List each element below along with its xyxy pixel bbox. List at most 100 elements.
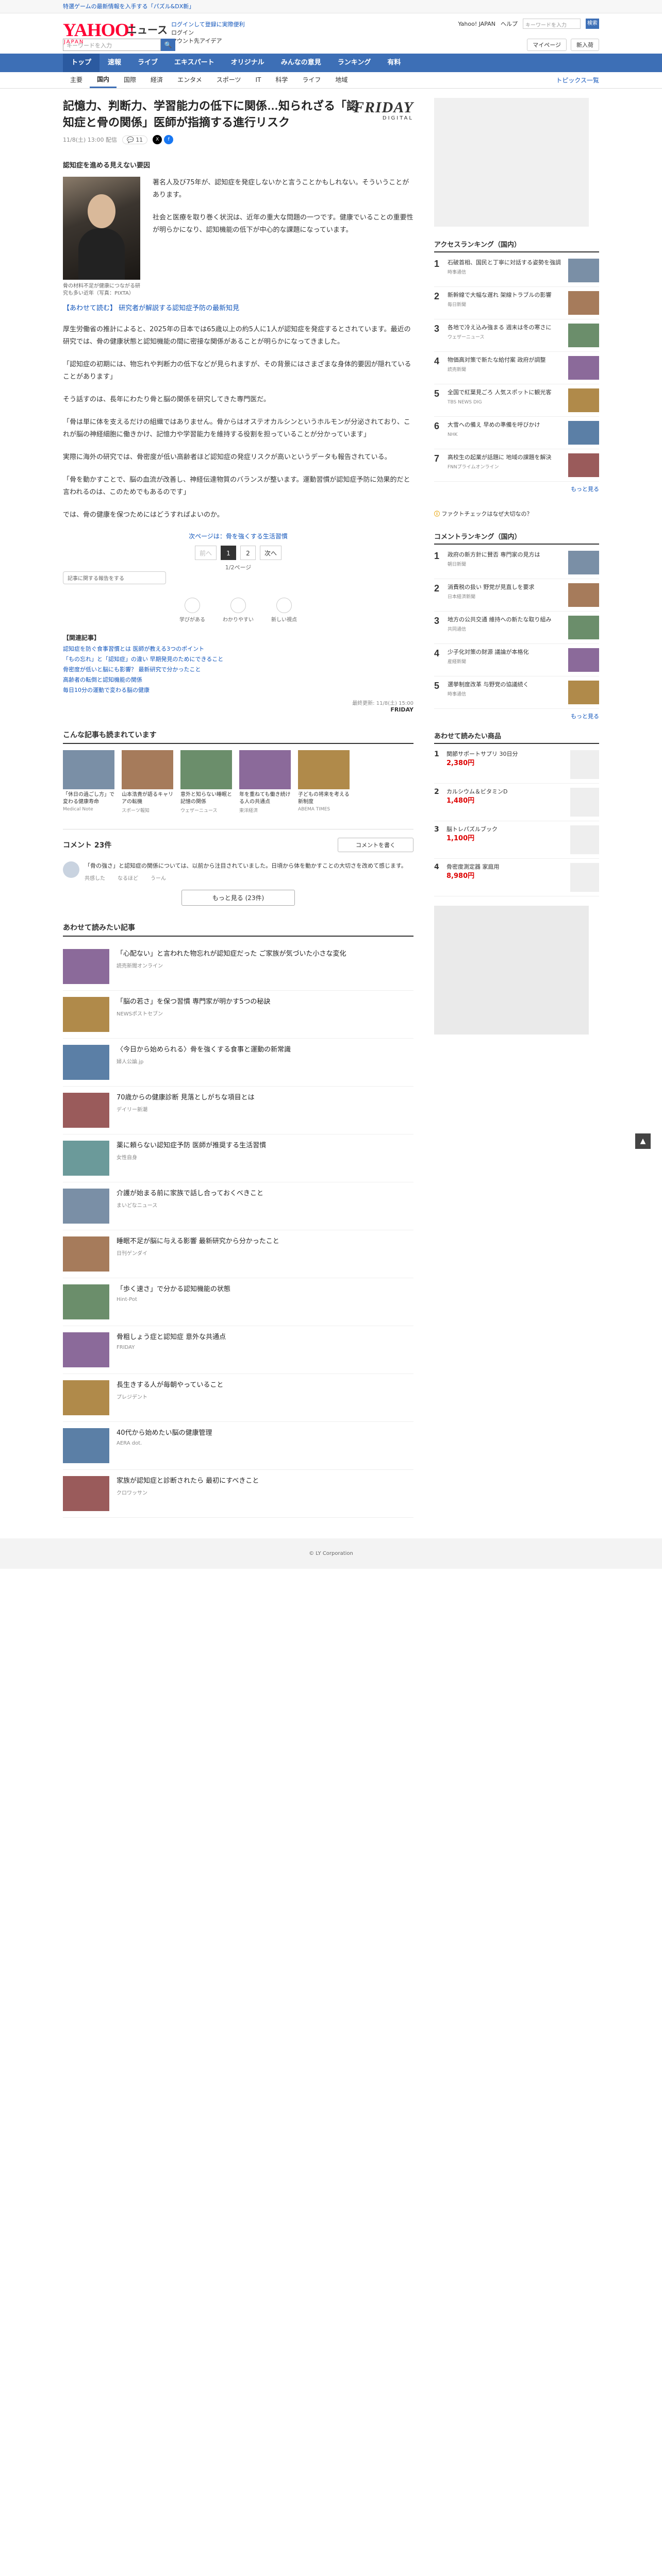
more-comments-button[interactable]: もっと見る (23件) — [181, 890, 295, 906]
shop-item[interactable]: 1 関節サポートサプリ 30日分 2,380円 — [434, 746, 599, 784]
related-link[interactable]: 認知症を防ぐ食事習慣とは 医師が教える3つのポイント — [63, 644, 413, 654]
ranking-item[interactable]: 6 大雪への備え 早めの準備を呼びかけ NHK — [434, 417, 599, 449]
shop-item[interactable]: 4 骨密度測定器 家庭用 8,980円 — [434, 859, 599, 896]
related-link[interactable]: 「もの忘れ」と「認知症」の違い 早期発見のためにできること — [63, 654, 413, 665]
tab-item[interactable]: 経済 — [143, 72, 170, 88]
ranking-item[interactable]: 1 石破首相、国民と丁寧に対話する姿勢を強調 時事通信 — [434, 255, 599, 287]
related-link[interactable]: 毎日10分の運動で変わる脳の健康 — [63, 685, 413, 696]
report-link[interactable]: 記事に関する報告をする — [63, 571, 166, 584]
reaction-learn[interactable]: 学びがある — [179, 598, 205, 623]
help-link[interactable]: ヘルプ — [501, 20, 518, 28]
nav-item[interactable]: トップ — [63, 54, 100, 72]
nav-item[interactable]: みんなの意見 — [273, 54, 329, 72]
recommend-card[interactable]: 山本浩貴が語るキャリアの転機 スポーツ報知 — [122, 750, 173, 814]
read-more-item[interactable]: 70歳からの健康診断 見落としがちな項目とは デイリー新潮 — [63, 1087, 413, 1134]
nav-item[interactable]: ライブ — [129, 54, 166, 72]
page-1-button[interactable]: 1 — [221, 546, 236, 560]
rank-number: 1 — [434, 551, 440, 561]
reaction-new[interactable]: 新しい視点 — [271, 598, 297, 623]
ranking-item[interactable]: 5 全国で紅葉見ごろ 人気スポットに観光客 TBS NEWS DIG — [434, 384, 599, 417]
page-2-button[interactable]: 2 — [240, 546, 256, 560]
shop-item[interactable]: 3 脳トレパズルブック 1,100円 — [434, 821, 599, 859]
yahoo-home-link[interactable]: Yahoo! JAPAN — [458, 21, 495, 27]
read-more-item[interactable]: 薬に頼らない認知症予防 医師が推奨する生活習慣 女性自身 — [63, 1134, 413, 1182]
tab-item[interactable]: ライフ — [295, 72, 328, 88]
hmm-button[interactable]: うーん — [151, 874, 166, 882]
recommend-card[interactable]: 「休日の過ごし方」で変わる健康寿命 Medical Note — [63, 750, 114, 814]
search-input[interactable]: キーワードを入力 — [63, 39, 161, 51]
read-more-item[interactable]: 介護が始まる前に家族で話し合っておくべきこと まいどなニュース — [63, 1182, 413, 1230]
ranking-item[interactable]: 5 選挙制度改革 与野党の協議続く 時事通信 — [434, 676, 599, 709]
access-more-link[interactable]: もっと見る — [434, 482, 599, 503]
mypage-button[interactable]: マイページ — [527, 39, 567, 51]
facebook-share-icon[interactable]: f — [164, 135, 174, 144]
nav-item[interactable]: ランキング — [329, 54, 379, 72]
ranking-title: 物価高対策で新たな給付案 政府が調整 — [448, 357, 546, 363]
read-more-item[interactable]: 「心配ない」と言われた物忘れが認知症だった ご家族が気づいた小さな変化 読売新聞オ… — [63, 943, 413, 991]
nav-item[interactable]: 有料 — [379, 54, 409, 72]
continue-link[interactable]: 次ページは：骨を強くする生活習慣 — [63, 532, 413, 540]
promo-link[interactable]: 特選ゲームの最新情報を入手する「パズル&DX新」 — [63, 3, 194, 10]
ranking-item[interactable]: 7 高校生の起業が話題に 地域の課題を解決 FNNプライムオンライン — [434, 449, 599, 482]
page-top-icon[interactable]: ▲ — [635, 1133, 651, 1149]
shop-item[interactable]: 2 カルシウム＆ビタミンD 1,480円 — [434, 784, 599, 821]
news-brand[interactable]: ニュース — [127, 22, 168, 37]
comment-count-badge[interactable]: 💬 11 — [122, 135, 148, 144]
read-more-item[interactable]: 「脳の若さ」を保つ習慣 専門家が明かす5つの秘訣 NEWSポストセブン — [63, 991, 413, 1039]
ranking-item[interactable]: 1 政府の新方針に賛否 専門家の見方は 朝日新聞 — [434, 547, 599, 579]
reaction-clear[interactable]: わかりやすい — [223, 598, 254, 623]
nav-item[interactable]: オリジナル — [223, 54, 273, 72]
ranking-item[interactable]: 2 新幹線で大幅な遅れ 架線トラブルの影響 毎日新聞 — [434, 287, 599, 319]
ranking-item[interactable]: 3 地方の公共交通 維持への新たな取り組み 共同通信 — [434, 612, 599, 644]
tab-item[interactable]: スポーツ — [209, 72, 249, 88]
fact-check-link[interactable]: ⓘ ファクトチェックはなぜ大切なの？ — [434, 506, 599, 521]
write-comment-button[interactable]: コメントを書く — [338, 838, 413, 852]
check-icon — [230, 598, 246, 613]
read-more-thumbnail — [63, 1428, 109, 1463]
ad-banner[interactable] — [434, 98, 589, 227]
tab-item[interactable]: 国内 — [90, 72, 117, 88]
recommend-source: ウェザーニュース — [180, 808, 218, 814]
topics-list-link[interactable]: トピックス一覧 — [556, 76, 599, 84]
comment-more-link[interactable]: もっと見る — [434, 709, 599, 731]
ranking-item[interactable]: 2 消費税の扱い 野党が見直しを要求 日本経済新聞 — [434, 579, 599, 612]
tab-item[interactable]: IT — [248, 72, 268, 88]
top-search-button[interactable]: 検索 — [586, 19, 599, 29]
article-photo[interactable]: 骨の材料不足が健康につながる研究も多い近年（写真：PIXTA） — [63, 177, 140, 297]
insight-button[interactable]: なるほど — [118, 874, 138, 882]
tab-item[interactable]: 地域 — [328, 72, 355, 88]
nav-item[interactable]: 速報 — [100, 54, 129, 72]
read-more-item[interactable]: 骨粗しょう症と認知症 意外な共通点 FRIDAY — [63, 1326, 413, 1374]
read-more-item[interactable]: 40代から始めたい脳の健康管理 AERA dot. — [63, 1422, 413, 1470]
empathy-button[interactable]: 共感した — [85, 874, 105, 882]
nav-item[interactable]: エキスパート — [166, 54, 223, 72]
tab-item[interactable]: 科学 — [268, 72, 295, 88]
tab-item[interactable]: 国際 — [117, 72, 143, 88]
ranking-item[interactable]: 4 少子化対策の財源 議論が本格化 産経新聞 — [434, 644, 599, 676]
ranking-item[interactable]: 4 物価高対策で新たな給付案 政府が調整 読売新聞 — [434, 352, 599, 384]
top-search-input[interactable]: キーワードを入力 — [523, 19, 581, 29]
sidebar-ad[interactable] — [434, 906, 589, 1035]
related-link[interactable]: 骨密度が低いと脳にも影響？ 最新研究で分かったこと — [63, 665, 413, 675]
next-page-button[interactable]: 次へ — [260, 546, 282, 560]
recommend-card[interactable]: 子どもの将来を考える新制度 ABEMA TIMES — [298, 750, 350, 814]
read-more-item[interactable]: 長生きする人が毎朝やっていること プレジデント — [63, 1374, 413, 1422]
header-link-1[interactable]: ログインして登録に実際便利 — [171, 21, 245, 29]
tab-item[interactable]: 主要 — [63, 72, 90, 88]
ranking-item[interactable]: 3 各地で冷え込み強まる 週末は冬の寒さに ウェザーニュース — [434, 319, 599, 352]
read-more-item[interactable]: 「歩く速さ」で分かる認知機能の状態 Hint-Pot — [63, 1278, 413, 1326]
tab-item[interactable]: エンタメ — [170, 72, 209, 88]
new-button[interactable]: 新入荷 — [571, 39, 599, 51]
search-icon[interactable]: 🔍 — [161, 39, 175, 51]
recommend-card[interactable]: 年を重ねても働き続ける人の共通点 東洋経済 — [239, 750, 291, 814]
related-link[interactable]: 高齢者の転倒と認知機能の関係 — [63, 675, 413, 685]
source-logo[interactable]: FRIDAY DIGITAL — [354, 100, 413, 122]
recommend-card[interactable]: 意外と知らない睡眠と記憶の関係 ウェザーニュース — [180, 750, 232, 814]
read-more-item[interactable]: 〈今日から始められる〉骨を強くする食事と運動の新常識 婦人公論.jp — [63, 1039, 413, 1087]
prev-page-button[interactable]: 前へ — [194, 546, 217, 560]
read-more-item[interactable]: 睡眠不足が脳に与える影響 最新研究から分かったこと 日刊ゲンダイ — [63, 1230, 413, 1278]
header-link-2[interactable]: ログイン — [171, 29, 245, 37]
related-inline-link[interactable]: 【あわせて読む】 研究者が解説する認知症予防の最新知見 — [63, 302, 413, 312]
read-more-item[interactable]: 家族が認知症と診断されたら 最初にすべきこと クロワッサン — [63, 1470, 413, 1518]
x-share-icon[interactable]: X — [153, 135, 162, 144]
